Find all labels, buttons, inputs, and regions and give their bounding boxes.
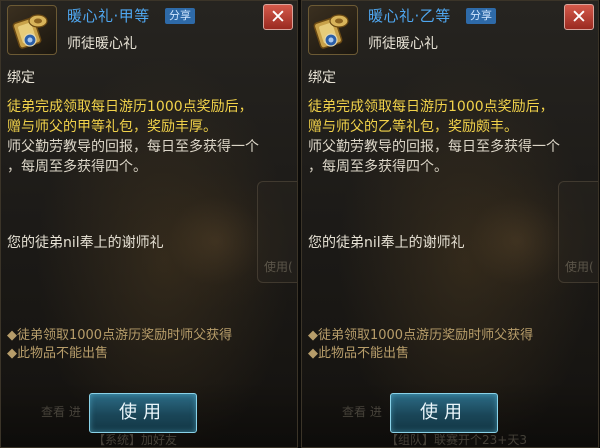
background-skill-card: 使用( bbox=[257, 181, 297, 283]
note-line: ◆徒弟领取1000点游历奖励时师父获得 bbox=[7, 328, 233, 343]
description-line: ，每周至多获得四个。 bbox=[308, 159, 448, 175]
item-notes: ◆徒弟领取1000点游历奖励时师父获得 ◆此物品不能出售 bbox=[7, 327, 232, 363]
item-icon bbox=[308, 5, 358, 55]
item-tooltip-panel-yi: 使用( 暖心礼·乙等 分享 师徒暖心礼 ✕ 绑定 徒弟完成领取每日游历1000点… bbox=[301, 0, 599, 448]
item-icon bbox=[7, 5, 57, 55]
note-line: ◆此物品不能出售 bbox=[7, 346, 108, 361]
description-line: 师父勤劳教导的回报，每日至多获得一个 bbox=[308, 139, 560, 155]
background-skill-card: 使用( bbox=[558, 181, 598, 283]
bind-status: 绑定 bbox=[7, 70, 35, 86]
description-line: 赠与师父的甲等礼包，奖励丰厚。 bbox=[7, 119, 217, 135]
use-button[interactable]: 使用 bbox=[390, 393, 498, 433]
gift-scroll-icon bbox=[313, 14, 349, 49]
use-button-label: 使用 bbox=[420, 402, 468, 423]
note-line: ◆徒弟领取1000点游历奖励时师父获得 bbox=[308, 328, 534, 343]
share-button[interactable]: 分享 bbox=[165, 8, 195, 24]
background-chat-text: 【组队】联赛开个23+天3 bbox=[386, 433, 527, 447]
close-button[interactable]: ✕ bbox=[564, 4, 594, 30]
item-description: 师父勤劳教导的回报，每日至多获得一个 ，每周至多获得四个。 bbox=[7, 137, 295, 177]
item-tooltip-panel-jia: 使用( 暖心礼·甲等 分享 师徒暖心礼 ✕ 绑定 徒弟完成领取每日游历1000点… bbox=[0, 0, 298, 448]
item-subtitle: 师徒暖心礼 bbox=[368, 36, 438, 52]
item-description: 师父勤劳教导的回报，每日至多获得一个 ，每周至多获得四个。 bbox=[308, 137, 596, 177]
background-chat-text: 【系统】加好友 bbox=[93, 433, 178, 447]
item-description-gold: 徒弟完成领取每日游历1000点奖励后， 赠与师父的乙等礼包，奖励颇丰。 bbox=[308, 97, 596, 137]
bind-status: 绑定 bbox=[308, 70, 336, 86]
thanks-text: 您的徒弟nil奉上的谢师礼 bbox=[308, 235, 465, 251]
background-card-label: 使用( bbox=[565, 260, 594, 274]
item-notes: ◆徒弟领取1000点游历奖励时师父获得 ◆此物品不能出售 bbox=[308, 327, 533, 363]
close-button[interactable]: ✕ bbox=[263, 4, 293, 30]
thanks-text: 您的徒弟nil奉上的谢师礼 bbox=[7, 235, 164, 251]
item-title: 暖心礼·乙等 bbox=[368, 7, 451, 25]
background-action-text: 查看 进 bbox=[342, 405, 382, 419]
note-line: ◆此物品不能出售 bbox=[308, 346, 409, 361]
description-line: 赠与师父的乙等礼包，奖励颇丰。 bbox=[308, 119, 518, 135]
description-line: 徒弟完成领取每日游历1000点奖励后， bbox=[308, 99, 554, 115]
item-subtitle: 师徒暖心礼 bbox=[67, 36, 137, 52]
use-button[interactable]: 使用 bbox=[89, 393, 197, 433]
item-title: 暖心礼·甲等 bbox=[67, 7, 150, 25]
background-card-label: 使用( bbox=[264, 260, 293, 274]
background-action-text: 查看 进 bbox=[41, 405, 81, 419]
gift-scroll-icon bbox=[12, 14, 48, 49]
description-line: ，每周至多获得四个。 bbox=[7, 159, 147, 175]
share-button[interactable]: 分享 bbox=[466, 8, 496, 24]
close-icon: ✕ bbox=[571, 6, 587, 28]
description-line: 师父勤劳教导的回报，每日至多获得一个 bbox=[7, 139, 259, 155]
close-icon: ✕ bbox=[270, 6, 286, 28]
use-button-label: 使用 bbox=[119, 402, 167, 423]
description-line: 徒弟完成领取每日游历1000点奖励后， bbox=[7, 99, 253, 115]
item-description-gold: 徒弟完成领取每日游历1000点奖励后， 赠与师父的甲等礼包，奖励丰厚。 bbox=[7, 97, 295, 137]
